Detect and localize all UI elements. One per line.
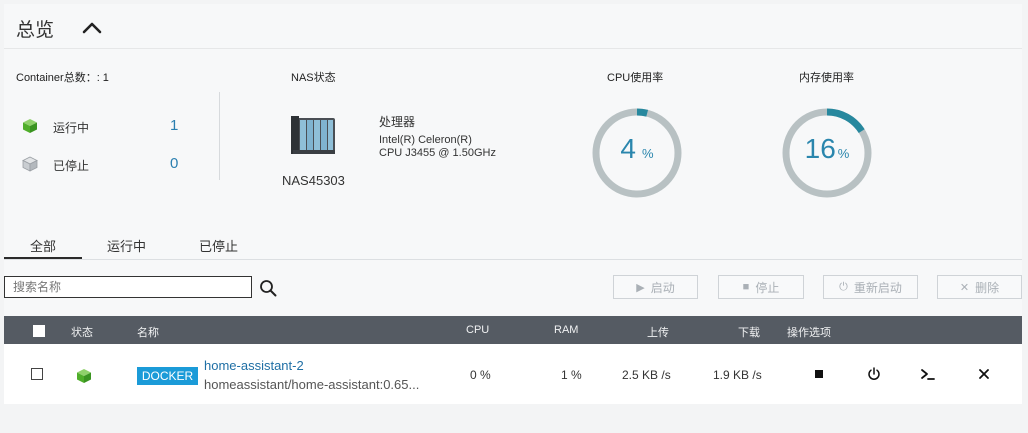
container-image: homeassistant/home-assistant:0.65... (204, 377, 420, 392)
search-input[interactable] (4, 276, 252, 298)
column-download: 下载 (738, 327, 760, 339)
collapse-button[interactable] (80, 16, 104, 40)
stop-icon: ■ (742, 281, 750, 293)
nas-device-icon (291, 112, 337, 156)
page-title: 总览 (16, 20, 55, 41)
stop-button[interactable]: ■ 停止 (718, 275, 804, 299)
delete-button[interactable]: ✕ 删除 (937, 275, 1022, 299)
header-divider (4, 48, 1022, 49)
memory-gauge-value: 16% (782, 133, 872, 165)
close-icon: ✕ (959, 281, 970, 294)
chevron-up-icon (82, 22, 102, 34)
row-ram: 1 % (561, 368, 582, 382)
select-all-checkbox[interactable] (33, 325, 45, 337)
column-ram: RAM (554, 324, 579, 336)
column-cpu: CPU (466, 324, 490, 336)
close-icon (979, 369, 989, 379)
running-count[interactable]: 1 (170, 117, 178, 134)
restart-button[interactable]: ⏻ 重新启动 (823, 275, 918, 299)
row-stop-button[interactable] (811, 366, 827, 382)
column-ops: 操作选项 (787, 327, 831, 339)
row-console-button[interactable] (920, 366, 936, 382)
container-name-link[interactable]: home-assistant-2 (204, 358, 304, 373)
row-download: 1.9 KB /s (713, 368, 762, 382)
stopped-cube-icon (22, 156, 38, 172)
play-icon: ▶ (636, 281, 645, 294)
restart-button-label: 重新启动 (853, 280, 902, 295)
start-button-label: 启动 (650, 280, 675, 295)
search-icon[interactable] (259, 279, 277, 297)
start-button[interactable]: ▶ 启动 (613, 275, 698, 299)
stopped-count[interactable]: 0 (170, 155, 178, 172)
column-name: 名称 (137, 327, 159, 339)
cpu-gauge-value: 4% (592, 133, 682, 165)
running-cube-icon (22, 118, 38, 134)
terminal-icon (921, 369, 935, 380)
processor-line-2: CPU J3455 @ 1.50GHz (379, 147, 496, 159)
nas-name: NAS45303 (282, 173, 345, 188)
running-status-icon (76, 368, 92, 384)
power-icon (868, 367, 880, 380)
docker-badge: DOCKER (137, 367, 198, 385)
tab-all[interactable]: 全部 (30, 236, 56, 255)
delete-button-label: 删除 (975, 280, 1000, 295)
stop-icon (815, 370, 823, 378)
running-label: 运行中 (53, 121, 90, 135)
tab-stopped[interactable]: 已停止 (199, 236, 238, 255)
row-restart-button[interactable] (866, 366, 882, 382)
stop-button-label: 停止 (755, 280, 780, 295)
tab-running[interactable]: 运行中 (107, 236, 146, 255)
nas-status-label: NAS状态 (291, 72, 336, 84)
row-upload: 2.5 KB /s (622, 368, 671, 382)
processor-label: 处理器 (379, 115, 416, 129)
processor-line-1: Intel(R) Celeron(R) (379, 134, 472, 146)
memory-value: 16 (804, 133, 836, 164)
summary-divider (219, 92, 220, 180)
cpu-value: 4 (620, 133, 636, 164)
active-tab-indicator (4, 257, 82, 259)
column-status: 状态 (71, 327, 93, 339)
cpu-unit: % (642, 146, 654, 161)
row-checkbox[interactable] (31, 368, 43, 380)
container-total-label: Container总数：: 1 (16, 72, 109, 84)
power-icon: ⏻ (839, 280, 848, 293)
cpu-usage-label: CPU使用率 (607, 72, 664, 84)
memory-unit: % (837, 146, 850, 161)
tabs-divider (4, 259, 1022, 260)
column-upload: 上传 (647, 327, 669, 339)
row-cpu: 0 % (470, 368, 491, 382)
stopped-label: 已停止 (53, 159, 90, 173)
memory-usage-label: 内存使用率 (799, 72, 854, 84)
row-delete-button[interactable] (976, 366, 992, 382)
